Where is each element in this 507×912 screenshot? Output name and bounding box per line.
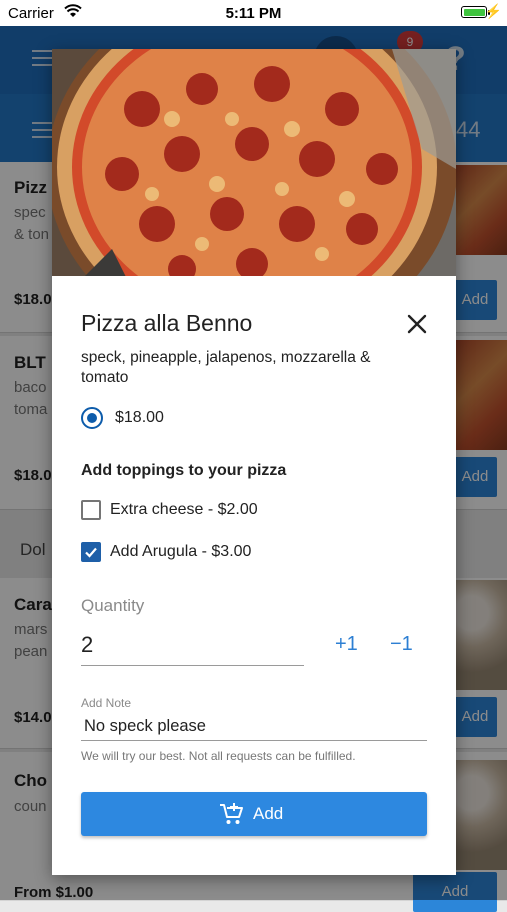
price-option-label: $18.00 xyxy=(115,409,164,426)
dialog-description: speck, pineapple, jalapenos, mozzarella … xyxy=(81,349,371,386)
radio-selected-icon[interactable] xyxy=(81,407,103,429)
battery-icon xyxy=(461,6,487,18)
increment-button[interactable]: +1 xyxy=(335,633,358,656)
clock: 5:11 PM xyxy=(225,5,282,22)
note-helper-text: We will try our best. Not all requests c… xyxy=(81,749,356,763)
decrement-button[interactable]: −1 xyxy=(390,633,413,656)
note-label: Add Note xyxy=(81,696,132,710)
checkbox-checked[interactable] xyxy=(81,542,101,562)
checkmark-icon xyxy=(85,547,97,558)
add-button-label: Add xyxy=(253,804,284,823)
add-to-cart-button[interactable]: Add xyxy=(81,792,427,836)
topping-label: Add Arugula - $3.00 xyxy=(110,543,252,560)
status-bar: Carrier 5:11 PM ⚡ xyxy=(0,0,507,26)
charging-icon: ⚡ xyxy=(484,3,502,19)
add-to-cart-icon xyxy=(220,803,243,824)
pizza-photo xyxy=(52,49,456,276)
note-input[interactable] xyxy=(81,713,427,741)
add-item-dialog: Pizza alla Benno speck, pineapple, jalap… xyxy=(52,49,456,875)
quantity-input[interactable] xyxy=(81,625,304,666)
dialog-title: Pizza alla Benno xyxy=(81,310,253,336)
topping-label: Extra cheese - $2.00 xyxy=(110,501,258,518)
toppings-heading: Add toppings to your pizza xyxy=(81,462,287,479)
close-icon[interactable] xyxy=(405,312,429,336)
checkbox-unchecked[interactable] xyxy=(81,500,101,520)
quantity-label: Quantity xyxy=(81,596,145,615)
